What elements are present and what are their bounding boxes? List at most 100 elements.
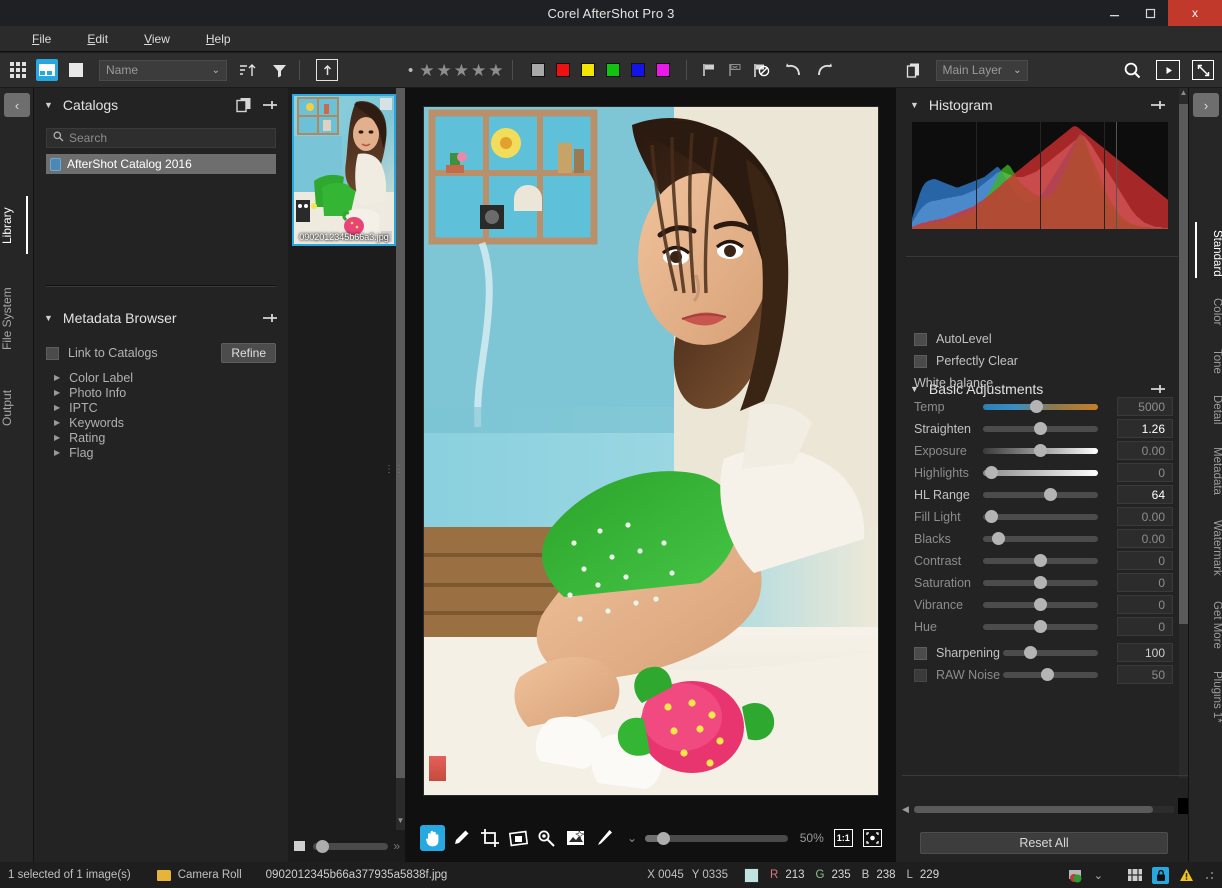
pin-icon[interactable] [1150, 97, 1166, 113]
slider-straighten[interactable] [983, 422, 1098, 435]
layer-select[interactable]: Main Layer ⌄ [935, 59, 1028, 81]
metadata-node-keywords[interactable]: ▶ Keywords [54, 415, 274, 430]
slider-hl-range[interactable] [983, 488, 1098, 501]
color-label-yellow[interactable] [580, 63, 595, 77]
slider-value-sharpening[interactable]: 100 [1117, 643, 1173, 662]
filmstrip-expand-button[interactable]: » [393, 839, 400, 853]
rating-star-5[interactable]: ★ [488, 62, 503, 79]
slider-value-contrast[interactable]: 0 [1117, 551, 1173, 570]
slider-value-exposure[interactable]: 0.00 [1117, 441, 1173, 460]
export-up-icon[interactable] [316, 59, 338, 81]
slider-exposure[interactable] [983, 444, 1098, 457]
slider-vibrance[interactable] [983, 598, 1098, 611]
collapse-triangle-icon[interactable]: ▼ [44, 313, 53, 323]
single-view-button[interactable] [65, 59, 87, 81]
lock-icon[interactable] [1152, 866, 1169, 884]
left-tab-file-system[interactable]: File System [0, 280, 34, 358]
slider-blacks[interactable] [983, 532, 1098, 545]
histogram-panel-header[interactable]: ▼ Histogram [896, 88, 1188, 122]
slider-knob[interactable] [1034, 576, 1047, 589]
link-to-catalogs-checkbox[interactable] [46, 346, 59, 360]
sharpening-checkbox[interactable] [914, 646, 927, 660]
rating-star-4[interactable]: ★ [471, 62, 486, 79]
maximize-button[interactable] [1132, 0, 1168, 26]
viewer-canvas[interactable] [406, 88, 896, 814]
horizontal-scrollbar-track[interactable] [913, 805, 1175, 813]
color-label-none[interactable] [530, 63, 545, 77]
metadata-node-color-label[interactable]: ▶ Color Label [54, 370, 274, 385]
funnel-icon[interactable] [267, 58, 291, 82]
slideshow-play-icon[interactable] [1156, 60, 1180, 80]
slider-knob[interactable] [985, 510, 999, 523]
color-profile-icon[interactable] [1068, 867, 1085, 884]
right-panel-scrollbar[interactable]: ▲ [1179, 88, 1188, 778]
slider-knob[interactable] [985, 466, 999, 479]
main-photo[interactable] [423, 106, 879, 796]
catalogs-panel-header[interactable]: ▼ Catalogs [34, 88, 288, 122]
right-tab-standard[interactable]: Standard [1189, 224, 1222, 282]
slider-knob[interactable] [1034, 620, 1047, 633]
slider-knob[interactable] [1034, 554, 1047, 567]
autolevel-checkbox[interactable] [914, 332, 927, 346]
left-panel-collapse-button[interactable]: ‹ [4, 93, 30, 117]
preview-icon[interactable] [1126, 867, 1143, 884]
slider-knob[interactable] [316, 839, 329, 853]
new-catalog-icon[interactable] [236, 97, 252, 113]
metadata-node-rating[interactable]: ▶ Rating [54, 430, 274, 445]
slider-value-blacks[interactable]: 0.00 [1117, 529, 1173, 548]
slider-contrast[interactable] [983, 554, 1098, 567]
filmstrip-scrollbar-thumb[interactable] [396, 88, 405, 778]
slider-value-highlights[interactable]: 0 [1117, 463, 1173, 482]
tool-options-chevron-icon[interactable]: ⌄ [627, 831, 637, 845]
catalog-search-input[interactable]: Search [46, 128, 276, 148]
minimize-button[interactable] [1096, 0, 1132, 26]
undo-arrow-icon[interactable] [781, 58, 805, 82]
crop-tool-button[interactable] [477, 825, 502, 851]
zoom-slider[interactable] [645, 831, 788, 845]
slider-hue[interactable] [983, 620, 1098, 633]
zoom-slider-knob[interactable] [657, 831, 671, 845]
thumbnail-size-slider[interactable] [313, 839, 389, 853]
color-label-red[interactable] [555, 63, 570, 77]
grid-view-button[interactable] [7, 59, 29, 81]
refine-button[interactable]: Refine [221, 343, 276, 363]
filmstrip-scrollbar[interactable]: ▼ [396, 88, 405, 830]
rating-star-1[interactable]: ★ [419, 62, 434, 79]
slider-knob[interactable] [1029, 400, 1043, 413]
perfectly-clear-checkbox[interactable] [914, 354, 927, 368]
color-label-blue[interactable] [630, 63, 645, 77]
close-button[interactable]: x [1168, 0, 1222, 26]
menu-edit[interactable]: Edit [69, 32, 126, 46]
metadata-panel-header[interactable]: ▼ Metadata Browser [34, 301, 288, 335]
slider-knob[interactable] [1034, 444, 1047, 457]
horizontal-scrollbar-thumb[interactable] [913, 805, 1154, 813]
slider-value-hue[interactable]: 0 [1117, 617, 1173, 636]
resize-grip-icon[interactable] [1204, 867, 1214, 884]
chevron-down-icon[interactable]: ▼ [396, 816, 405, 830]
pin-icon[interactable] [262, 310, 278, 326]
slider-value-hl-range[interactable]: 64 [1117, 485, 1173, 504]
fullscreen-expand-icon[interactable] [1192, 60, 1214, 80]
spot-copy-tool-button[interactable] [564, 825, 589, 851]
right-panel-collapse-button[interactable]: › [1193, 93, 1219, 117]
left-tab-library[interactable]: Library [0, 198, 34, 254]
slider-value-raw-noise[interactable]: 50 [1117, 665, 1173, 684]
right-tab-tone[interactable]: Tone [1189, 342, 1222, 380]
right-tab-metadata[interactable]: Metadata [1189, 440, 1222, 502]
fit-to-window-button[interactable] [862, 829, 882, 847]
slider-knob[interactable] [1034, 598, 1047, 611]
viewer-left-splitter[interactable]: ⋮⋮ [384, 465, 404, 475]
right-tab-detail[interactable]: Detail [1189, 390, 1222, 430]
straighten-tool-button[interactable] [506, 825, 531, 851]
slider-knob[interactable] [1034, 422, 1047, 435]
metadata-node-flag[interactable]: ▶ Flag [54, 445, 274, 460]
sort-ascending-icon[interactable] [235, 58, 259, 82]
redo-arrow-icon[interactable] [813, 58, 837, 82]
right-tab-plugins[interactable]: Plugins 1* [1189, 666, 1222, 728]
hand-pan-tool-button[interactable] [420, 825, 445, 851]
one-to-one-zoom-button[interactable]: 1:1 [833, 829, 853, 847]
rating-star-2[interactable]: ★ [437, 62, 452, 79]
left-tab-output[interactable]: Output [0, 380, 34, 436]
pin-icon[interactable] [262, 97, 278, 113]
menu-help[interactable]: Help [188, 32, 249, 46]
